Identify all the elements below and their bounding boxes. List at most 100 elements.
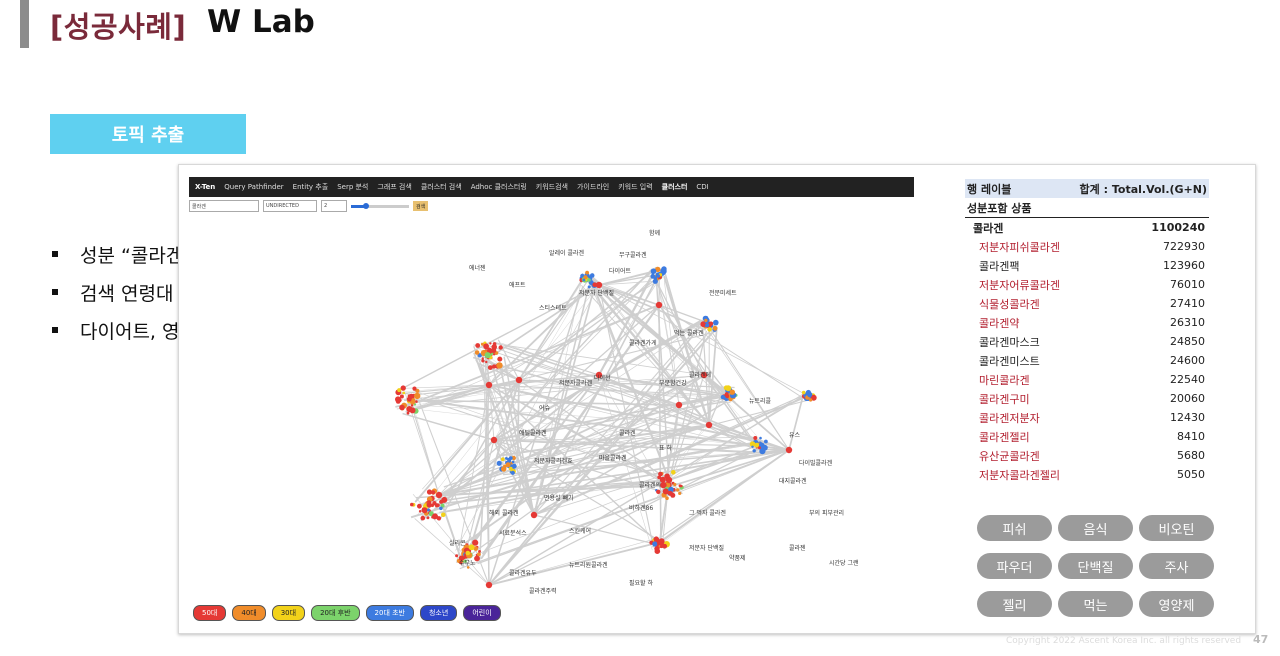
graph-node[interactable]: [753, 436, 758, 440]
nav-item-adhoc[interactable]: Adhoc 클러스터링: [471, 182, 527, 192]
graph-node[interactable]: [661, 266, 667, 272]
graph-node[interactable]: [511, 460, 515, 464]
graph-node[interactable]: [657, 541, 662, 546]
graph-hub-node[interactable]: [530, 511, 538, 519]
chip-protein[interactable]: 단백질: [1058, 553, 1133, 579]
graph-node[interactable]: [665, 496, 669, 501]
nav-item-keyword-search[interactable]: 키워드검색: [536, 182, 568, 192]
graph-node[interactable]: [752, 449, 756, 453]
network-graph[interactable]: 에너젠알레이 콜라겐 무구콜라겐함께다이어트애프트스티스테트전문미세트부분함건강다…: [189, 215, 914, 605]
graph-node[interactable]: [496, 460, 502, 466]
legend-item[interactable]: 어린이: [463, 605, 501, 621]
graph-node[interactable]: [678, 491, 682, 495]
chip-edible[interactable]: 먹는: [1058, 591, 1133, 617]
chip-injection[interactable]: 주사: [1139, 553, 1214, 579]
graph-node[interactable]: [751, 445, 754, 448]
graph-node[interactable]: [667, 490, 673, 496]
graph-node[interactable]: [475, 343, 481, 348]
graph-node[interactable]: [764, 439, 768, 444]
graph-node[interactable]: [492, 342, 497, 346]
graph-node[interactable]: [725, 394, 730, 399]
graph-node[interactable]: [671, 470, 676, 475]
graph-node[interactable]: [417, 503, 422, 509]
graph-hub-node[interactable]: [785, 446, 793, 454]
graph-node[interactable]: [427, 508, 430, 512]
graph-node[interactable]: [661, 483, 665, 486]
graph-node[interactable]: [442, 499, 446, 503]
graph-hub-node[interactable]: [515, 376, 523, 384]
chip-powder[interactable]: 파우더: [977, 553, 1052, 579]
graph-hub-node[interactable]: [435, 491, 443, 499]
graph-node[interactable]: [656, 274, 661, 278]
graph-node[interactable]: [481, 357, 484, 360]
graph-node[interactable]: [652, 541, 658, 547]
graph-node[interactable]: [455, 554, 459, 558]
graph-node[interactable]: [713, 319, 719, 326]
graph-node[interactable]: [407, 397, 412, 402]
graph-node[interactable]: [432, 513, 438, 520]
graph-node[interactable]: [415, 400, 418, 403]
graph-node[interactable]: [496, 362, 503, 369]
graph-node[interactable]: [485, 360, 488, 364]
graph-node[interactable]: [673, 482, 677, 487]
nav-item-cluster-search[interactable]: 클러스터 검색: [421, 182, 462, 192]
graph-node[interactable]: [666, 473, 670, 477]
graph-node[interactable]: [704, 318, 708, 323]
graph-hub-node[interactable]: [490, 436, 498, 444]
graph-node[interactable]: [484, 352, 491, 359]
graph-node[interactable]: [412, 386, 417, 391]
graph-node[interactable]: [585, 270, 589, 275]
graph-hub-node[interactable]: [655, 301, 663, 309]
graph-node[interactable]: [414, 392, 421, 400]
graph-node[interactable]: [434, 503, 439, 508]
chip-fish[interactable]: 피쉬: [977, 515, 1052, 541]
graph-node[interactable]: [508, 466, 513, 471]
graph-hub-node[interactable]: [665, 476, 673, 484]
graph-node[interactable]: [426, 502, 432, 508]
graph-node[interactable]: [409, 407, 416, 414]
graph-node[interactable]: [658, 471, 663, 477]
graph-node[interactable]: [478, 550, 481, 553]
legend-item[interactable]: 20대 초반: [365, 605, 414, 621]
chip-biotin[interactable]: 비오틴: [1139, 515, 1214, 541]
graph-node[interactable]: [439, 506, 443, 511]
depth-select[interactable]: 2: [321, 200, 347, 212]
graph-hub-node[interactable]: [705, 421, 713, 429]
graph-node[interactable]: [511, 463, 517, 469]
graph-node[interactable]: [498, 345, 503, 350]
graph-node[interactable]: [426, 516, 430, 520]
graph-node[interactable]: [757, 446, 761, 450]
graph-node[interactable]: [582, 278, 586, 282]
graph-node[interactable]: [720, 394, 726, 400]
nav-item-cdi[interactable]: CDI: [696, 183, 708, 191]
graph-node[interactable]: [808, 398, 813, 402]
query-input[interactable]: 콜라겐: [189, 200, 259, 212]
graph-node[interactable]: [487, 365, 493, 370]
nav-item-entity[interactable]: Entity 추출: [293, 182, 329, 192]
graph-node[interactable]: [652, 278, 658, 284]
graph-node[interactable]: [662, 488, 669, 495]
chip-supplement[interactable]: 영양제: [1139, 591, 1214, 617]
graph-node[interactable]: [707, 327, 712, 332]
graph-node[interactable]: [420, 515, 426, 521]
graph-node[interactable]: [676, 488, 680, 492]
graph-node[interactable]: [431, 490, 436, 495]
nav-item-query-pathfinder[interactable]: Query Pathfinder: [224, 183, 283, 191]
graph-node[interactable]: [399, 404, 405, 411]
nav-item-guideline[interactable]: 가이드라인: [577, 182, 609, 192]
graph-node[interactable]: [418, 510, 422, 513]
graph-node[interactable]: [587, 278, 591, 282]
graph-hub-node[interactable]: [675, 401, 683, 409]
graph-node[interactable]: [725, 385, 732, 392]
graph-hub-node[interactable]: [485, 581, 493, 589]
graph-node[interactable]: [441, 512, 446, 518]
graph-node[interactable]: [468, 544, 475, 551]
nav-brand[interactable]: X-Ten: [195, 183, 215, 191]
graph-node[interactable]: [712, 325, 718, 331]
direction-select[interactable]: UNDIRECTED: [263, 200, 317, 212]
graph-node[interactable]: [477, 552, 481, 557]
legend-item[interactable]: 50대: [193, 605, 227, 621]
graph-hub-node[interactable]: [595, 281, 603, 289]
graph-node[interactable]: [402, 391, 406, 395]
graph-node[interactable]: [421, 507, 428, 514]
